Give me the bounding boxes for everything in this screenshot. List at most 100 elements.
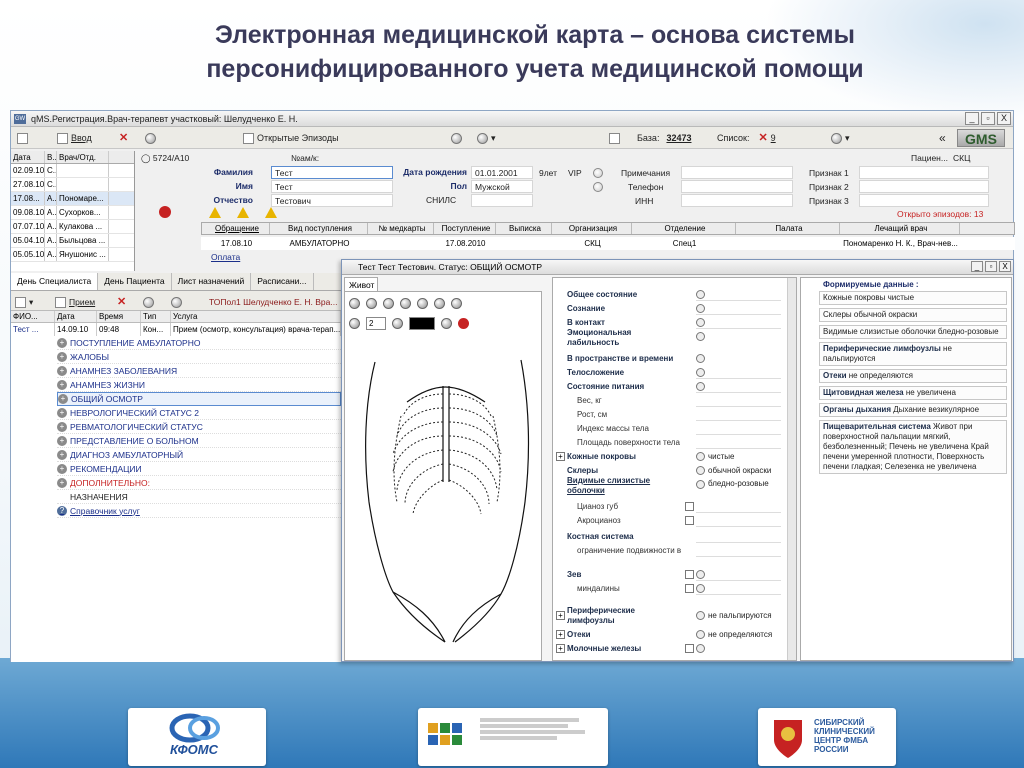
table-row[interactable]: Тест ... 14.09.10 09:48 Кон... Прием (ос…	[11, 323, 341, 336]
col-date[interactable]: Дата	[11, 151, 45, 163]
brush-icon[interactable]	[349, 317, 360, 329]
summary-item[interactable]: Видимые слизистые оболочки бледно-розовы…	[819, 325, 1007, 339]
refresh-visits-button[interactable]	[143, 295, 154, 309]
list-item[interactable]: 05.04.10А...Быльцова ...	[11, 234, 134, 248]
checkbox[interactable]	[685, 502, 694, 511]
print-button[interactable]	[609, 131, 620, 145]
minimize-button[interactable]: _	[965, 112, 979, 125]
summary-item[interactable]: Органы дыхания Дыхание везикулярное	[819, 403, 1007, 417]
form-row-breasts[interactable]: + Молочные железы	[553, 642, 789, 655]
new-button[interactable]	[17, 131, 28, 145]
delete-button[interactable]: ✕	[119, 131, 128, 145]
checkbox[interactable]	[685, 584, 694, 593]
form-row-bsa[interactable]: Площадь поверхности тела	[553, 436, 789, 449]
summary-item[interactable]: Периферические лимфоузлы не пальпируются	[819, 342, 1007, 366]
tree-node[interactable]: НАЗНАЧЕНИЯ	[57, 490, 341, 504]
ellipse-tool-icon[interactable]	[400, 297, 411, 309]
form-row-height[interactable]: Рост, см	[553, 408, 789, 421]
patient-tab[interactable]: Пациен...	[911, 153, 948, 163]
form-row-emotional[interactable]: Эмоциональная лабильность	[553, 328, 789, 350]
patient-tab-org[interactable]: СКЦ	[953, 153, 970, 163]
select-tool-icon[interactable]	[349, 297, 360, 309]
warning-icon[interactable]	[265, 207, 277, 218]
list-value[interactable]: 9	[771, 131, 776, 145]
expand-icon[interactable]: +	[556, 630, 565, 639]
col-time[interactable]: Время	[97, 311, 141, 322]
tab-specialist-day[interactable]: День Специалиста	[11, 273, 99, 290]
tab-prescriptions[interactable]: Лист назначений	[172, 273, 252, 290]
table-row[interactable]: 17.08.10 АМБУЛАТОРНО 17.08.2010 СКЦ Спец…	[201, 237, 1015, 250]
settings-button[interactable]: ▾	[831, 131, 850, 145]
surname-field[interactable]: Тест	[271, 166, 393, 179]
sex-field[interactable]: Мужской	[471, 180, 533, 193]
maximize-button[interactable]: ▫	[981, 112, 995, 125]
list-item[interactable]: 05.05.10А...Янушонис ...	[11, 248, 134, 262]
radio-button[interactable]	[696, 644, 705, 653]
col-type[interactable]: Тип	[141, 311, 171, 322]
torso-anatomy-drawing[interactable]	[345, 342, 541, 660]
radio-button[interactable]	[696, 480, 705, 489]
dob-field[interactable]: 01.01.2001	[471, 166, 533, 179]
clock-button[interactable]: ▾	[477, 131, 496, 145]
list-item-selected[interactable]: 17.08...А...Пономаре...	[11, 192, 134, 206]
reception-button[interactable]: Прием	[55, 295, 95, 309]
delete-visit-button[interactable]: ✕	[117, 295, 126, 309]
list-item[interactable]: 02.09.10С...	[11, 164, 134, 178]
close-button[interactable]: X	[997, 112, 1011, 125]
tree-node[interactable]: + ЖАЛОБЫ	[57, 350, 341, 364]
phone-field[interactable]	[681, 180, 793, 193]
tree-node[interactable]: + РЕВМАТОЛОГИЧЕСКИЙ СТАТУС	[57, 420, 341, 434]
line-tool-icon[interactable]	[417, 297, 428, 309]
form-row-lymph[interactable]: + Периферические лимфоузлы не пальпируются	[553, 606, 789, 628]
list-item[interactable]: 27.08.10С...	[11, 178, 134, 192]
col-doctor[interactable]: Врач/Отд.	[57, 151, 109, 163]
radio-button[interactable]	[696, 304, 705, 313]
radio-button[interactable]	[696, 382, 705, 391]
radio-button[interactable]	[696, 466, 705, 475]
form-row-weight[interactable]: Вес, кг	[553, 394, 789, 407]
expand-icon[interactable]: +	[556, 611, 565, 620]
tree-node-selected[interactable]: + ОБЩИЙ ОСМОТР	[57, 392, 341, 406]
form-row-mobility[interactable]: ограничение подвижности в	[553, 544, 789, 557]
eraser-icon[interactable]	[392, 317, 403, 329]
radio-button[interactable]	[696, 332, 705, 341]
popup-minimize-button[interactable]: _	[971, 261, 983, 272]
menu-button[interactable]: ▾	[15, 295, 33, 309]
clear-icon[interactable]	[458, 317, 469, 329]
col-fio[interactable]: ФИО...	[11, 311, 55, 322]
checkbox[interactable]	[685, 644, 694, 653]
tree-node[interactable]: + ДОПОЛНИТЕЛЬНО:	[57, 476, 341, 490]
summary-item[interactable]: Щитовидная железа не увеличена	[819, 386, 1007, 400]
expand-icon[interactable]: +	[556, 452, 565, 461]
sex-radio[interactable]	[593, 182, 603, 192]
form-row-pharynx[interactable]: Зев	[553, 568, 789, 581]
summary-item[interactable]: Склеры обычной окраски	[819, 308, 1007, 322]
prev-button[interactable]: «	[939, 131, 946, 145]
radio-button[interactable]	[696, 584, 705, 593]
undo-icon[interactable]	[441, 317, 452, 329]
col-service[interactable]: Услуга	[171, 311, 341, 322]
tree-node[interactable]: + АНАМНЕЗ ЗАБОЛЕВАНИЯ	[57, 364, 341, 378]
refresh-button[interactable]	[145, 131, 156, 145]
patronymic-field[interactable]: Тестович	[271, 194, 393, 207]
doctor-selector[interactable]: ТОПол1 Шелудченко Е. Н. Вра...	[209, 295, 337, 309]
form-row-skin[interactable]: + Кожные покровы чистые	[553, 450, 789, 463]
alert-icon[interactable]	[159, 206, 171, 218]
inn-field[interactable]	[681, 194, 793, 207]
form-row-bone-system[interactable]: Костная система	[553, 530, 789, 543]
tree-node[interactable]: + АНАМНЕЗ ЖИЗНИ	[57, 378, 341, 392]
tab-patient-day[interactable]: День Пациента	[98, 273, 172, 290]
tree-node[interactable]: + РЕКОМЕНДАЦИИ	[57, 462, 341, 476]
radio-button[interactable]	[696, 570, 705, 579]
form-row-orientation[interactable]: В пространстве и времени	[553, 352, 789, 365]
form-row-nutrition[interactable]: Состояние питания	[553, 380, 789, 393]
tree-node[interactable]: + ПОСТУПЛЕНИЕ АМБУЛАТОРНО	[57, 336, 341, 350]
col-b[interactable]: В...	[45, 151, 57, 163]
col-visit[interactable]: Обращение	[202, 223, 270, 234]
col-card-number[interactable]: № медкарты	[368, 223, 434, 234]
color-picker[interactable]	[409, 316, 435, 330]
col-ward[interactable]: Палата	[736, 223, 840, 234]
list-item[interactable]: 07.07.10А...Кулакова ...	[11, 220, 134, 234]
popup-close-button[interactable]: X	[999, 261, 1011, 272]
sign1-field[interactable]	[859, 166, 989, 179]
